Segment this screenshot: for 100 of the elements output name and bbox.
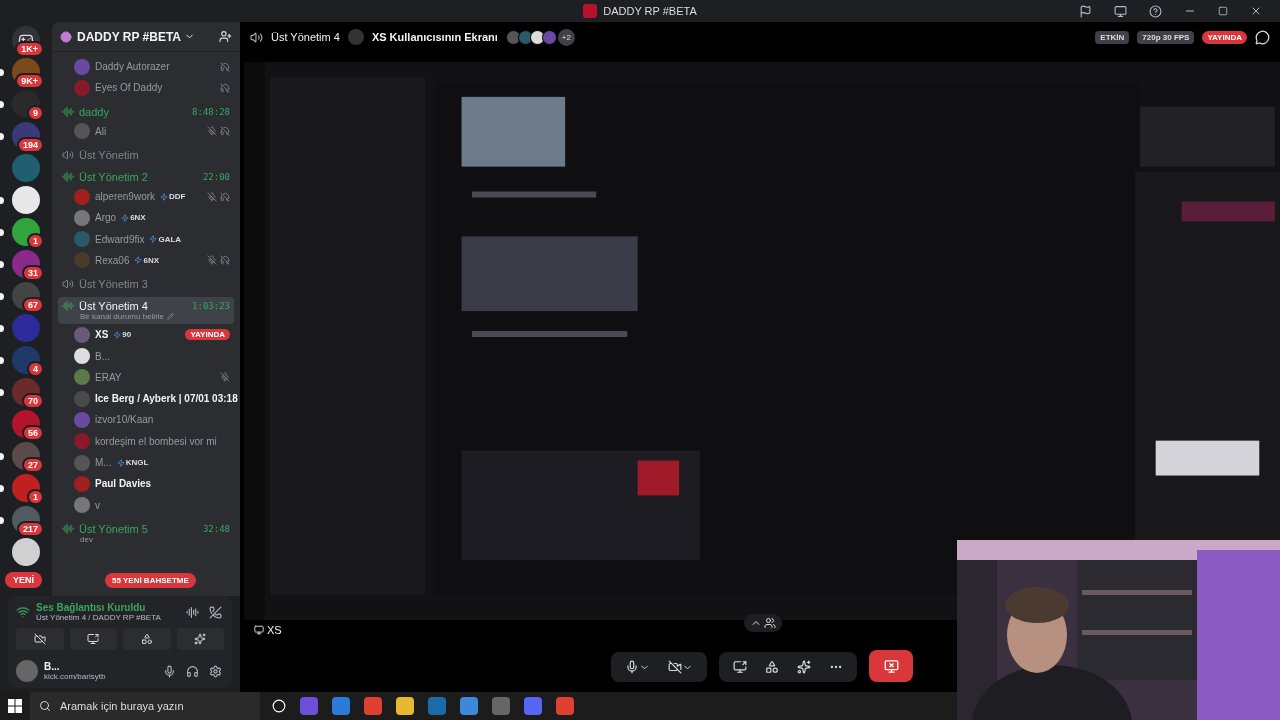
notification-badge: 67 [22,297,44,313]
member-name[interactable]: Ice Berg / Ayberk | 07/01 03:18 [95,393,238,405]
connection-status: Ses Bağlantısı Kuruldu [36,602,147,613]
notification-badge: 4 [27,361,44,377]
member-name[interactable]: kordeşim el bombesi vor mi [95,435,217,447]
taskbar-app-icon[interactable] [524,697,542,715]
user-avatar [74,209,90,226]
voice-channel[interactable]: Üst Yönetim 3 [58,275,234,294]
settings-button[interactable] [207,662,224,680]
viewer-avatar [505,29,521,45]
member-name[interactable]: Edward9fix [95,233,145,245]
server-icon[interactable]: 1 [12,218,40,246]
voice-channel[interactable]: Üst Yönetim 4 1:03:23 Bir kanal durumu belirle [58,297,234,325]
notification-badge: 31 [22,265,44,281]
microphone-icon [163,664,176,678]
taskbar-search-field[interactable]: Aramak için buraya yazın [30,692,260,720]
server-icon[interactable]: 9 [12,90,40,118]
windows-start-icon[interactable] [8,699,22,713]
settings-icon [209,664,222,678]
monitor-icon [254,625,264,635]
sparkles-icon [194,633,207,645]
user-avatar [74,390,90,407]
taskbar-app-icon[interactable] [396,697,414,715]
activities-button[interactable] [123,628,171,650]
notification-badge: 217 [16,521,44,537]
live-badge: YAYINDA [1202,30,1247,44]
user-avatar [74,411,90,428]
sparkles-icon [797,660,811,674]
monitor-x-icon [883,658,899,674]
home-button[interactable]: 1K+ [12,26,40,54]
mentions-badge[interactable]: 55 YENİ BAHSETME [105,573,196,588]
member-name[interactable]: Daddy Autorazer [95,61,170,73]
help-icon[interactable] [1149,4,1162,18]
server-icon[interactable]: 67 [12,282,40,310]
member-name[interactable]: Eyes Of Daddy [95,82,163,94]
cortana-icon[interactable] [272,699,286,713]
server-name[interactable]: DADDY RP #BETA [77,29,214,44]
soundboard-button[interactable] [176,628,224,650]
chat-icon[interactable] [1255,29,1270,45]
member-tag: 6NX [121,213,146,223]
flag-icon[interactable] [1079,4,1092,18]
close-icon[interactable] [1250,5,1262,17]
member-name[interactable]: M... [95,457,112,468]
share-screen-button[interactable] [69,628,117,650]
member-name[interactable]: v [95,499,100,511]
server-icon[interactable]: 4 [12,346,40,374]
taskbar-app-icon[interactable] [460,697,478,715]
user-avatar [16,660,38,682]
server-icon [60,30,72,43]
server-icon[interactable]: 27 [12,442,40,470]
member-name[interactable]: Rexa06 [95,254,130,266]
member-name[interactable]: Paul Davies [95,478,152,490]
quality-chip: 720p 30 FPS [1137,30,1195,44]
channel-status: dev [80,534,93,544]
server-icon[interactable]: 31 [12,250,40,278]
user-avatar [347,29,364,45]
taskbar-app-icon[interactable] [556,697,574,715]
voice-channel[interactable]: Üst Yönetim 2 22:00 [58,167,234,186]
notification-badge: 56 [22,425,44,441]
stop-stream-button[interactable] [869,650,913,682]
disconnect-button[interactable] [207,603,224,621]
member-name[interactable]: alperen9work [95,191,156,203]
server-icon[interactable]: 56 [12,410,40,438]
voice-channel[interactable]: Üst Yönetim 5 32:48 dev [58,519,234,547]
member-name[interactable]: B... [95,350,110,362]
member-name[interactable]: ERAY [95,371,122,383]
server-icon[interactable] [12,186,40,214]
member-name[interactable]: izvor10/Kaan [95,414,154,426]
member-name[interactable]: Argo [95,212,117,224]
user-avatar [74,454,90,471]
member-name[interactable]: Ali [95,125,107,137]
server-icon[interactable] [12,538,40,566]
connection-channel: Üst Yönetim 4 / DADDY RP #BETA [36,613,162,622]
user-avatar [74,326,90,343]
maximize-icon[interactable] [1218,6,1228,16]
taskbar-app-icon[interactable] [332,697,350,715]
server-icon[interactable]: 9K+ [12,58,40,86]
voice-channel[interactable]: daddy 8:48:28 [58,102,234,121]
phone-off-icon [209,605,222,619]
server-icon[interactable]: 217 [12,506,40,534]
lightning-icon [113,330,122,339]
notification-badge: 70 [22,393,44,409]
invite-icon[interactable] [219,30,232,43]
speaker-icon [250,30,263,44]
speaker-icon [62,278,74,291]
server-icon[interactable]: 1 [12,474,40,502]
streamer-name: XS [254,624,282,636]
server-icon[interactable]: 194 [12,122,40,150]
app-logo-icon [583,4,598,18]
connection-icon [16,605,30,619]
screen-icon[interactable] [1114,4,1127,18]
new-badge[interactable]: YENİ [5,572,42,588]
member-name[interactable]: XS [95,329,109,341]
server-icon[interactable]: 70 [12,378,40,406]
notification-badge: 9 [27,105,44,121]
notification-badge: 1 [27,489,44,505]
voice-channel[interactable]: Üst Yönetim [58,145,234,164]
taskbar-app-icon[interactable] [364,697,382,715]
voice-active-icon [62,300,74,313]
voice-active-icon [62,105,74,118]
